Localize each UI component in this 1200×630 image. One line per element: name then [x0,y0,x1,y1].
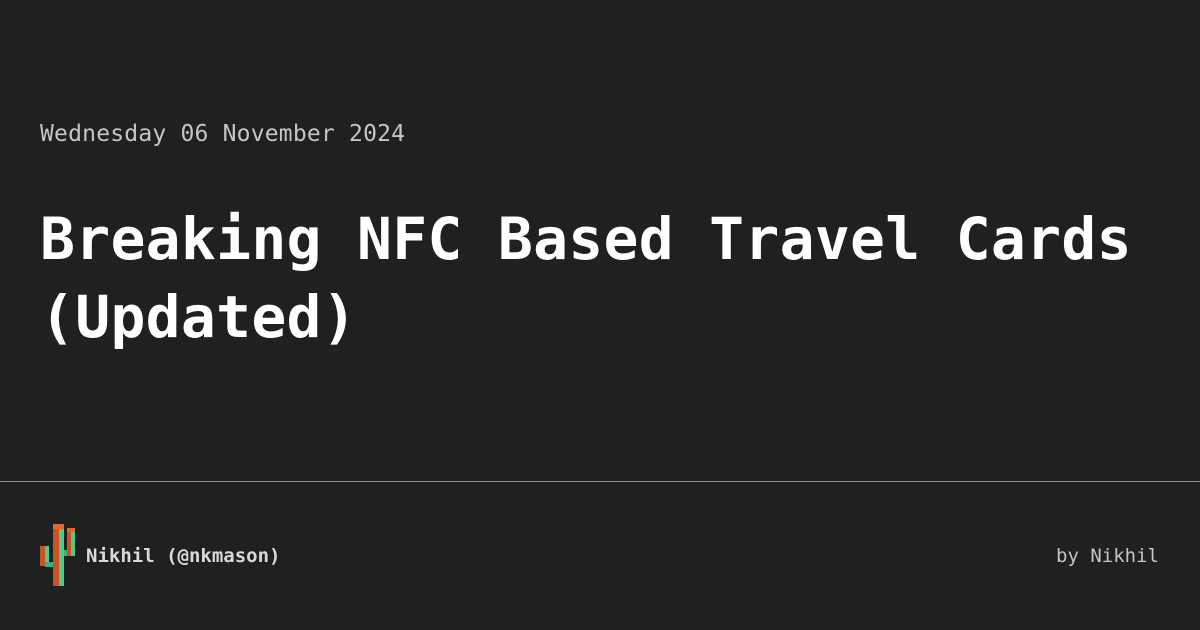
footer-divider [0,481,1200,482]
author-block: Nikhil (@nkmason) [40,524,280,588]
byline: by Nikhil [1056,545,1159,567]
post-title: Breaking NFC Based Travel Cards (Updated… [40,205,1132,351]
pixel-cactus-logo-icon [40,524,75,586]
author-handle: Nikhil (@nkmason) [86,545,281,567]
post-date: Wednesday 06 November 2024 [40,121,406,147]
